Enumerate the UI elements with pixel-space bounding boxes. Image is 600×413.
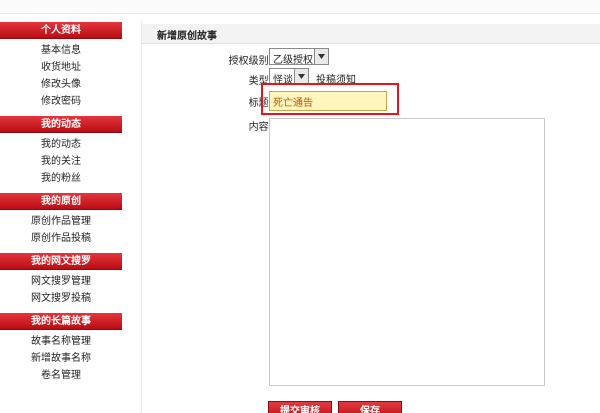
save-button[interactable]: 保存 <box>338 401 402 413</box>
sidebar-section-long-story: 我的长篇故事 故事名称管理 新增故事名称 卷名管理 <box>0 313 122 386</box>
main-panel: 新增原创故事 授权级别: 乙级授权 类型: 怪谈 投稿须知 标题: 死亡通告 内… <box>141 20 600 413</box>
sidebar-item-new-story-name[interactable]: 新增故事名称 <box>0 350 122 367</box>
grant-level-dropdown-button[interactable] <box>314 49 328 64</box>
sidebar-item-fans[interactable]: 我的粉丝 <box>0 170 122 187</box>
sidebar-item-my-activity[interactable]: 我的动态 <box>0 136 122 153</box>
sidebar-section-activity: 我的动态 我的动态 我的关注 我的粉丝 <box>0 116 122 189</box>
sidebar-section-header: 我的长篇故事 <box>0 313 122 330</box>
content-label: 内容: <box>248 122 272 133</box>
sidebar-item-story-names[interactable]: 故事名称管理 <box>0 333 122 350</box>
grant-level-value: 乙级授权 <box>273 55 313 66</box>
sidebar-section-header: 我的网文搜罗 <box>0 253 122 270</box>
sidebar-item-basic-info[interactable]: 基本信息 <box>0 42 122 59</box>
red-highlight-box <box>261 83 399 115</box>
sidebar-section-header: 我的原创 <box>0 193 122 210</box>
sidebar-section-original: 我的原创 原创作品管理 原创作品投稿 <box>0 193 122 249</box>
page-title: 新增原创故事 <box>157 31 217 42</box>
chevron-down-icon <box>298 74 305 79</box>
sidebar-section-header: 个人资料 <box>0 22 122 39</box>
chevron-down-icon <box>318 54 325 59</box>
submit-review-button[interactable]: 提交审核 <box>268 401 332 413</box>
sidebar-item-following[interactable]: 我的关注 <box>0 153 122 170</box>
sidebar-item-original-manage[interactable]: 原创作品管理 <box>0 213 122 230</box>
top-bar <box>0 0 600 14</box>
grant-level-select[interactable]: 乙级授权 <box>269 48 329 66</box>
sidebar-item-address[interactable]: 收货地址 <box>0 59 122 76</box>
sidebar-item-avatar[interactable]: 修改头像 <box>0 76 122 93</box>
sidebar-item-web-submit[interactable]: 网文搜罗投稿 <box>0 290 122 307</box>
sidebar-item-web-manage[interactable]: 网文搜罗管理 <box>0 273 122 290</box>
sidebar-section-header: 我的动态 <box>0 116 122 133</box>
sidebar-section-profile: 个人资料 基本信息 收货地址 修改头像 修改密码 <box>0 22 122 112</box>
type-dropdown-button[interactable] <box>294 69 308 84</box>
sidebar-item-volume-manage[interactable]: 卷名管理 <box>0 367 122 384</box>
sidebar-section-web-collect: 我的网文搜罗 网文搜罗管理 网文搜罗投稿 <box>0 253 122 309</box>
content-textarea[interactable] <box>269 118 545 386</box>
sidebar-item-password[interactable]: 修改密码 <box>0 93 122 110</box>
sidebar: 个人资料 基本信息 收货地址 修改头像 修改密码 我的动态 我的动态 我的关注 … <box>0 22 122 390</box>
panel-header: 新增原创故事 <box>142 24 600 44</box>
sidebar-item-original-submit[interactable]: 原创作品投稿 <box>0 230 122 247</box>
grant-level-label: 授权级别: <box>228 56 272 67</box>
